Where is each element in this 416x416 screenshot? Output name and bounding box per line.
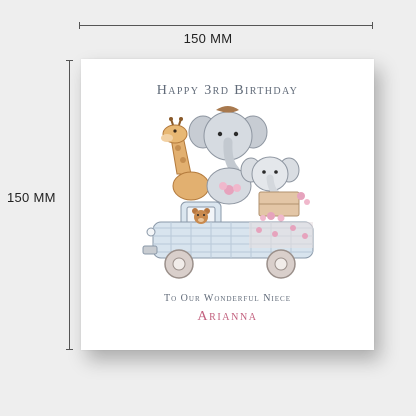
card-title: Happy 3rd Birthday: [156, 83, 299, 98]
width-dimension-label: 150 MM: [183, 31, 233, 46]
crate-icon: [258, 191, 300, 217]
height-dimension-line: [66, 60, 73, 350]
card-subtitle: To Our Wonderful Niece: [164, 293, 291, 304]
width-dimension-line: [79, 22, 373, 29]
recipient-name: Arianna: [197, 309, 258, 324]
height-dimension-label: 150 MM: [7, 190, 56, 205]
animal-truck-illustration: [142, 106, 314, 279]
birthday-card: Happy 3rd Birthday To Our Wonderful Niec…: [81, 59, 374, 350]
